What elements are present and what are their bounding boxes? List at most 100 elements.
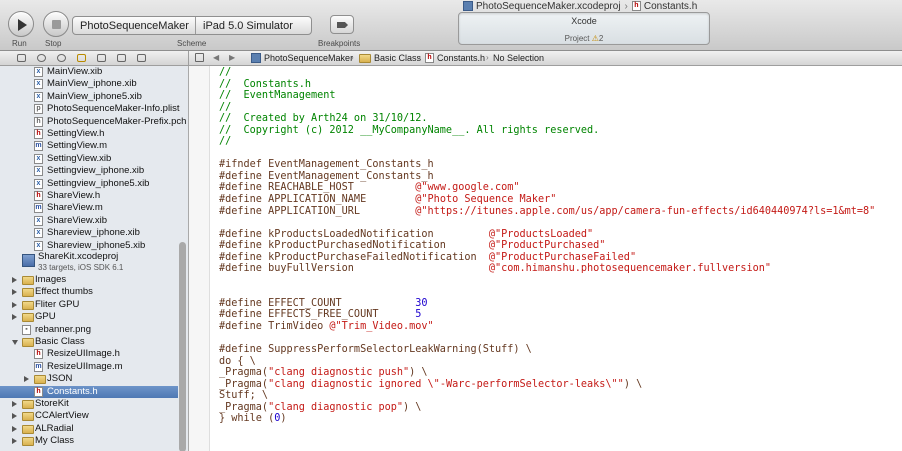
navigator-file[interactable]: h SettingView.h xyxy=(0,128,178,140)
breadcrumb-project[interactable]: PhotoSequenceMaker xyxy=(251,53,353,63)
navigator-file[interactable]: x Settingview_iphone.xib xyxy=(0,165,178,177)
back-arrow-icon[interactable]: ◀ xyxy=(213,53,219,62)
navigator-file[interactable]: m ShareView.m xyxy=(0,202,178,214)
code-line[interactable] xyxy=(219,333,875,345)
code-line[interactable] xyxy=(219,286,875,298)
disclosure-closed-icon[interactable] xyxy=(24,376,29,383)
navigator-file[interactable]: x Shareview_iphone.xib xyxy=(0,227,178,239)
code-line[interactable]: // xyxy=(219,136,875,148)
breakpoint-navigator-icon[interactable] xyxy=(117,54,126,62)
navigator-file[interactable]: x Shareview_iphone5.xib xyxy=(0,240,178,252)
code-line[interactable]: #define kProductPurchaseFailedNotificati… xyxy=(219,252,875,264)
disclosure-closed-icon[interactable] xyxy=(12,438,17,445)
forward-arrow-icon[interactable]: ▶ xyxy=(229,53,235,62)
code-line[interactable]: _Pragma("clang diagnostic pop") \ xyxy=(219,402,875,414)
scheme-target[interactable]: PhotoSequenceMaker xyxy=(73,20,195,32)
run-button[interactable] xyxy=(8,11,34,37)
navigator-group[interactable]: My Class xyxy=(0,435,178,447)
code-line[interactable]: Stuff; \ xyxy=(219,390,875,402)
scheme-selector[interactable]: PhotoSequenceMaker iPad 5.0 Simulator xyxy=(72,16,312,35)
disclosure-closed-icon[interactable] xyxy=(12,413,17,420)
code-line[interactable]: #define kProductsLoadedNotification @"Pr… xyxy=(219,229,875,241)
code-line[interactable]: #define EventManagement_Constants_h xyxy=(219,171,875,183)
code-line[interactable]: // Constants.h xyxy=(219,79,875,91)
stop-button[interactable] xyxy=(43,11,69,37)
code-line[interactable]: } while (0) xyxy=(219,413,875,425)
code-line[interactable]: #define EFFECTS_FREE_COUNT 5 xyxy=(219,309,875,321)
code-line[interactable] xyxy=(219,437,875,449)
code-line[interactable]: #define APPLICATION_NAME @"Photo Sequenc… xyxy=(219,194,875,206)
breadcrumb-file[interactable]: h Constants.h xyxy=(425,53,485,63)
disclosure-closed-icon[interactable] xyxy=(12,277,17,283)
scheme-destination[interactable]: iPad 5.0 Simulator xyxy=(203,20,293,32)
navigator-group[interactable]: JSON xyxy=(0,373,178,385)
code-line[interactable]: #define REACHABLE_HOST @"www.google.com" xyxy=(219,182,875,194)
navigator-group[interactable]: StoreKit xyxy=(0,398,178,410)
editor-gutter[interactable] xyxy=(189,66,210,451)
code-line[interactable]: // Created by Arth24 on 31/10/12. xyxy=(219,113,875,125)
navigator-group[interactable]: Images xyxy=(0,274,178,286)
activity-status[interactable]: Project ⚠2 xyxy=(459,34,709,43)
code-line[interactable]: _Pragma("clang diagnostic push") \ xyxy=(219,367,875,379)
navigator-file[interactable]: h Constants.h xyxy=(0,385,178,398)
code-line[interactable]: // xyxy=(219,102,875,114)
navigator-file[interactable]: h PhotoSequenceMaker-Prefix.pch xyxy=(0,116,186,128)
sidebar-scrollbar[interactable] xyxy=(179,242,186,451)
disclosure-closed-icon[interactable] xyxy=(12,314,17,321)
code-line[interactable]: // xyxy=(219,67,875,79)
breakpoints-button[interactable] xyxy=(330,15,354,34)
issue-navigator-icon[interactable] xyxy=(77,54,86,62)
navigator-group[interactable]: CCAlertView xyxy=(0,410,178,422)
navigator-file[interactable]: ShareKit.xcodeproj 33 targets, iOS SDK 6.… xyxy=(0,251,178,272)
navigator-file[interactable]: x MainView_iphone.xib xyxy=(0,78,178,90)
code-line[interactable]: #define EFFECT_COUNT 30 xyxy=(219,298,875,310)
navigator-group[interactable]: GPU xyxy=(0,311,178,323)
navigator-file[interactable]: x ShareView.xib xyxy=(0,215,178,227)
navigator-file[interactable]: m ResizeUIImage.m xyxy=(0,361,178,373)
navigator-file[interactable]: x SettingView.xib xyxy=(0,153,178,165)
disclosure-open-icon[interactable] xyxy=(12,340,18,345)
project-navigator-icon[interactable] xyxy=(17,54,26,62)
code-line[interactable] xyxy=(219,275,875,287)
debug-navigator-icon[interactable] xyxy=(97,54,106,62)
code-text[interactable]: //// Constants.h// EventManagement//// C… xyxy=(219,67,875,448)
navigator-group[interactable]: ALRadial xyxy=(0,423,178,435)
code-line[interactable]: do { \ xyxy=(219,356,875,368)
code-line[interactable]: #define kProductPurchasedNotification @"… xyxy=(219,240,875,252)
code-line[interactable]: // Copyright (c) 2012 __MyCompanyName__.… xyxy=(219,125,875,137)
code-line[interactable]: #define TrimVideo @"Trim_Video.mov" xyxy=(219,321,875,333)
navigator-file[interactable]: p PhotoSequenceMaker-Info.plist xyxy=(0,103,180,115)
breadcrumb-group[interactable]: Basic Class xyxy=(359,53,421,63)
code-line[interactable] xyxy=(219,148,875,160)
code-line[interactable] xyxy=(219,425,875,437)
navigator-file[interactable]: x MainView_iphone5.xib xyxy=(0,91,178,103)
code-line[interactable] xyxy=(219,217,875,229)
disclosure-closed-icon[interactable] xyxy=(12,401,17,407)
code-line[interactable]: _Pragma("clang diagnostic ignored \"-War… xyxy=(219,379,875,391)
navigator-file[interactable]: ▪ rebanner.png xyxy=(0,324,178,336)
code-line[interactable]: #define buyFullVersion @"com.himanshu.ph… xyxy=(219,263,875,275)
disclosure-closed-icon[interactable] xyxy=(12,425,17,432)
navigator-group[interactable]: Basic Class xyxy=(0,336,178,348)
code-token: // Copyright (c) 2012 __MyCompanyName__.… xyxy=(219,124,600,136)
code-line[interactable]: #define SuppressPerformSelectorLeakWarni… xyxy=(219,344,875,356)
navigator-file[interactable]: h ResizeUIImage.h xyxy=(0,348,178,360)
navigator-file[interactable]: m SettingView.m xyxy=(0,140,178,152)
code-line[interactable]: #define APPLICATION_URL @"https://itunes… xyxy=(219,206,875,218)
navigator-group[interactable]: Effect thumbs xyxy=(0,286,178,298)
navigator-group[interactable]: Fliter GPU xyxy=(0,299,178,311)
navigator-file[interactable]: h ShareView.h xyxy=(0,190,178,202)
symbol-navigator-icon[interactable] xyxy=(37,54,46,62)
related-items-icon[interactable] xyxy=(195,53,204,62)
search-navigator-icon[interactable] xyxy=(57,54,66,62)
code-line[interactable]: // EventManagement xyxy=(219,90,875,102)
disclosure-closed-icon[interactable] xyxy=(12,301,17,308)
navigator-file[interactable]: x MainView.xib xyxy=(0,66,178,78)
source-editor[interactable]: //// Constants.h// EventManagement//// C… xyxy=(189,66,902,451)
log-navigator-icon[interactable] xyxy=(137,54,146,62)
navigator-file[interactable]: x Settingview_iphone5.xib xyxy=(0,178,178,190)
disclosure-closed-icon[interactable] xyxy=(12,289,17,296)
activity-view[interactable]: Xcode Project ⚠2 xyxy=(458,12,710,45)
code-line[interactable]: #ifndef EventManagement_Constants_h xyxy=(219,159,875,171)
breadcrumb-symbol[interactable]: No Selection xyxy=(493,53,544,63)
